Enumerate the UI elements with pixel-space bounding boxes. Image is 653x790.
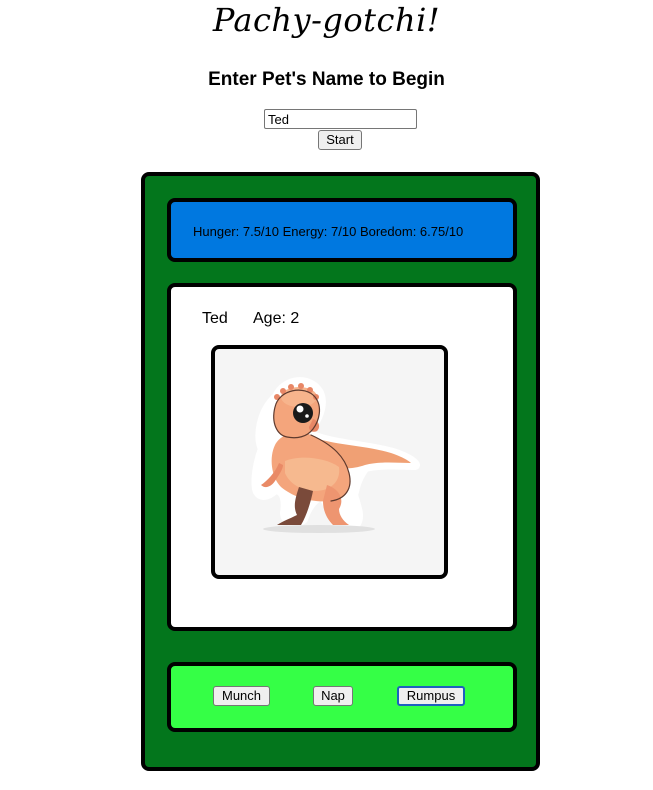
pet-screen: Ted Age: 2: [167, 283, 517, 631]
page-subtitle: Enter Pet's Name to Begin: [208, 69, 445, 90]
nap-button[interactable]: Nap: [313, 686, 353, 706]
pet-image-frame: [211, 345, 448, 579]
pet-age: Age: 2: [253, 310, 300, 327]
page-title: Pachy-gotchi!: [212, 1, 441, 39]
pet-name-input[interactable]: [264, 109, 417, 129]
pet-name: Ted: [202, 310, 228, 327]
controls-panel: Munch Nap Rumpus: [167, 662, 517, 732]
stats-readout: Hunger: 7.5/10 Energy: 7/10 Boredom: 6.7…: [193, 224, 464, 239]
munch-button[interactable]: Munch: [213, 686, 270, 706]
pet-device: Hunger: 7.5/10 Energy: 7/10 Boredom: 6.7…: [141, 172, 540, 771]
pachycephalosaurus-image: [251, 377, 420, 533]
rumpus-button[interactable]: Rumpus: [397, 686, 465, 706]
stats-panel: Hunger: 7.5/10 Energy: 7/10 Boredom: 6.7…: [167, 198, 517, 262]
start-button[interactable]: Start: [318, 130, 362, 150]
